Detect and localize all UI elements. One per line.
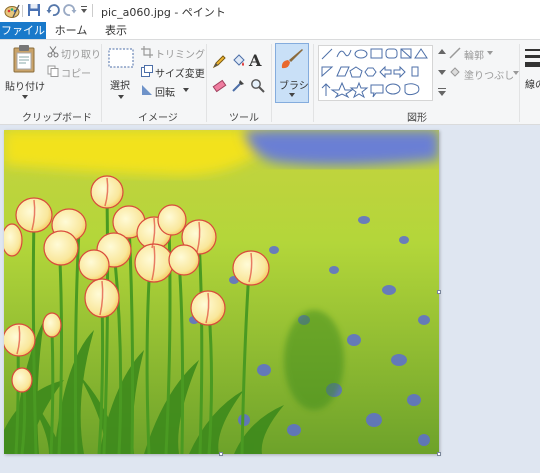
undo-icon[interactable]: [46, 3, 60, 17]
crop-button[interactable]: トリミング: [141, 45, 205, 61]
copy-button[interactable]: コピー: [47, 64, 99, 80]
tab-view[interactable]: 表示: [98, 22, 134, 39]
text-tool-icon[interactable]: A: [249, 51, 261, 70]
ribbon-tabs: ファイル ホーム 表示: [0, 22, 540, 39]
resize-button[interactable]: サイズ変更: [141, 64, 205, 80]
resize-handle-bottom[interactable]: [219, 452, 223, 456]
brush-button[interactable]: ブラシ: [275, 43, 309, 103]
outline-dropdown-icon[interactable]: [487, 51, 493, 55]
group-separator: [519, 44, 520, 122]
select-label: 選択: [110, 81, 130, 92]
tab-home[interactable]: ホーム: [50, 22, 92, 39]
outline-button[interactable]: 輪郭: [449, 46, 513, 62]
paint-app-icon[interactable]: [4, 3, 20, 19]
group-separator: [101, 44, 102, 122]
rotate-icon: [141, 84, 153, 96]
paste-label: 貼り付け: [5, 82, 45, 93]
clipboard-group-label: クリップボード: [22, 113, 92, 124]
eraser-icon[interactable]: [212, 78, 227, 93]
tab-file[interactable]: ファイル: [0, 22, 46, 39]
resize-handle-right[interactable]: [437, 290, 441, 294]
crop-icon: [141, 46, 153, 58]
copy-icon: [47, 65, 59, 77]
quick-access-divider: [22, 5, 23, 17]
line-size-icon: [525, 48, 540, 70]
ribbon: 貼り付け 切り取り コピー クリップボード 選択 トリミング サイズ変更 回転 …: [0, 39, 540, 125]
tools-group-label: ツール: [229, 113, 259, 124]
paste-dropdown-icon[interactable]: [22, 95, 28, 99]
pencil-icon[interactable]: [212, 54, 227, 69]
clipboard-icon: [12, 45, 36, 73]
fill-bucket-icon[interactable]: [231, 54, 246, 69]
resize-handle-corner[interactable]: [437, 452, 441, 456]
title-bar: pic_a060.jpg - ペイント: [0, 0, 540, 22]
resize-label: サイズ変更: [155, 69, 205, 80]
color-picker-icon[interactable]: [231, 78, 246, 93]
outline-label: 輪郭: [464, 51, 484, 62]
redo-icon[interactable]: [63, 3, 77, 17]
brush-icon: [279, 47, 305, 71]
fill-button[interactable]: 塗りつぶし: [449, 66, 519, 82]
group-separator: [313, 44, 314, 122]
size-button[interactable]: 線の: [523, 44, 540, 102]
shapes-gallery-scroll-down-icon[interactable]: [438, 68, 446, 76]
image-canvas[interactable]: [4, 130, 439, 454]
select-rectangle-icon: [108, 48, 134, 68]
scissors-icon: [47, 46, 59, 58]
cut-label: 切り取り: [61, 50, 101, 61]
rotate-label: 回転: [155, 88, 175, 99]
window-title: pic_a060.jpg - ペイント: [101, 6, 226, 19]
image-group-label: イメージ: [138, 113, 178, 124]
crop-label: トリミング: [155, 50, 205, 61]
select-button[interactable]: 選択: [106, 46, 136, 102]
shapes-gallery[interactable]: [318, 45, 446, 101]
paste-button[interactable]: 貼り付け: [3, 43, 45, 103]
customize-toolbar-dropdown-icon[interactable]: [80, 6, 88, 14]
group-separator: [206, 44, 207, 122]
select-dropdown-icon[interactable]: [118, 95, 124, 99]
fill-label: 塗りつぶし: [464, 71, 515, 82]
magnifier-icon[interactable]: [250, 78, 265, 93]
rotate-dropdown-icon[interactable]: [183, 88, 189, 92]
copy-label: コピー: [61, 69, 91, 80]
rotate-button[interactable]: 回転: [141, 83, 197, 99]
shapes-gallery-scroll-up-icon[interactable]: [438, 48, 446, 56]
fill-icon: [449, 67, 461, 79]
outline-icon: [449, 47, 461, 59]
shapes-group-label: 図形: [407, 113, 427, 124]
cut-button[interactable]: 切り取り: [47, 45, 101, 61]
resize-icon: [141, 65, 153, 77]
group-separator: [271, 44, 272, 122]
brush-dropdown-icon[interactable]: [289, 93, 295, 97]
save-icon[interactable]: [27, 3, 41, 17]
shapes-gallery-expand-icon[interactable]: [438, 88, 446, 96]
tulip-photo: [4, 130, 439, 454]
size-label: 線の: [525, 80, 540, 91]
shapes-gallery-icons: [321, 48, 428, 99]
title-divider: [92, 4, 93, 17]
brush-label: ブラシ: [279, 81, 309, 92]
